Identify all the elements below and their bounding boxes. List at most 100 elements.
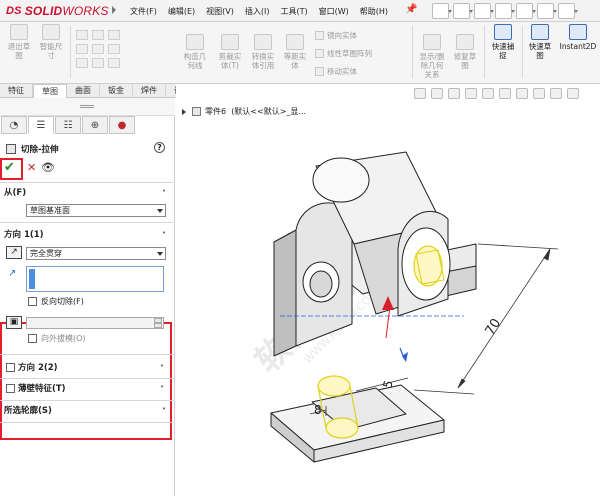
ok-check-icon[interactable]: ✔: [4, 160, 15, 175]
arc-icon[interactable]: [108, 58, 120, 68]
draft-angle-field[interactable]: [26, 317, 164, 329]
menu-tools[interactable]: 工具(T): [280, 6, 307, 17]
rapid-sketch-button[interactable]: 快速草 图: [524, 24, 556, 60]
menu-window[interactable]: 窗口(W): [319, 6, 349, 17]
curve-icon[interactable]: [108, 30, 120, 40]
instant2d-button[interactable]: Instant2D: [558, 24, 598, 51]
feature-manager-tab-icon[interactable]: ◔: [1, 116, 27, 134]
bracket-right: [397, 210, 451, 317]
logo-expand-icon[interactable]: [112, 6, 116, 14]
panel-tabs: ◔ ☰ ☷ ⊕ ●: [0, 116, 136, 134]
spline-icon[interactable]: [92, 30, 104, 40]
move-icon: [315, 67, 324, 76]
repair-sketch-button[interactable]: 修复草 图: [450, 34, 480, 70]
polygon-icon[interactable]: [92, 44, 104, 54]
cancel-x-icon[interactable]: ✕: [27, 161, 36, 174]
spin-down-icon[interactable]: [154, 323, 162, 328]
dimension-5-label[interactable]: 5: [380, 379, 396, 390]
tab-features[interactable]: 特征: [0, 84, 33, 98]
new-document-icon[interactable]: [432, 3, 452, 19]
repair-sketch-icon: [456, 34, 474, 50]
draft-outward-checkbox[interactable]: [28, 334, 37, 343]
property-manager-tab-icon[interactable]: ☰: [28, 116, 54, 134]
title-bar: DS SOLID WORKS 文件(F) 编辑(E) 视图(V) 插入(I) 工具…: [0, 0, 600, 22]
instant2d-icon: [569, 24, 587, 40]
rectangle-icon[interactable]: [76, 44, 88, 54]
circle-icon[interactable]: [76, 58, 88, 68]
ds-logo-icon: DS: [6, 5, 22, 17]
linear-pattern-button[interactable]: 线性草图阵列: [315, 48, 372, 59]
offset-entities-button[interactable]: 等距实 体: [281, 34, 309, 70]
display-delete-relations-button[interactable]: 显示/删 除几何 关系: [416, 34, 448, 79]
chevron-down-icon: ˅: [160, 385, 164, 394]
exit-sketch-button[interactable]: 退出草 图: [4, 24, 34, 60]
direction2-section-header[interactable]: 方向 2(2) ˅: [14, 361, 172, 375]
dropdown-arrow-icon: [157, 209, 163, 213]
dimxpert-tab-icon[interactable]: ⊕: [82, 116, 108, 134]
chevron-down-icon: ˅: [160, 364, 164, 373]
direction-selection-field[interactable]: [26, 266, 164, 292]
dimension-8-label[interactable]: 8: [314, 403, 322, 417]
help-icon[interactable]: ?: [154, 142, 165, 153]
exit-sketch-icon: [10, 24, 28, 40]
menu-insert[interactable]: 插入(I): [245, 6, 270, 17]
from-section-header[interactable]: 从(F) ˄: [0, 186, 174, 200]
from-select[interactable]: 草图基准面: [26, 204, 166, 217]
tab-weldments[interactable]: 焊件: [133, 84, 166, 98]
quick-snaps-button[interactable]: 快速捕 捉: [486, 24, 520, 60]
save-icon[interactable]: [474, 3, 494, 19]
preview-eye-icon[interactable]: 👁: [41, 161, 55, 174]
rapid-sketch-icon: [531, 24, 549, 40]
thin-feature-section-header[interactable]: 薄壁特征(T) ˅: [14, 382, 172, 396]
mirror-icon: [315, 31, 324, 40]
quick-snaps-icon: [494, 24, 512, 40]
menu-file[interactable]: 文件(F): [130, 6, 157, 17]
dimension-70-label[interactable]: 70: [483, 316, 504, 338]
smart-dimension-icon: [42, 24, 60, 40]
relations-icon: [423, 34, 441, 50]
selected-contours-section-header[interactable]: 所选轮廓(S) ˅: [0, 404, 174, 418]
menu-help[interactable]: 帮助(H): [360, 6, 388, 17]
tab-sketch[interactable]: 草图: [33, 84, 67, 98]
reverse-cut-checkbox[interactable]: [28, 297, 37, 306]
print-icon[interactable]: [495, 3, 515, 19]
appearance-tab-icon[interactable]: ●: [109, 116, 135, 134]
smart-dimension-button[interactable]: 智能尺 寸: [36, 24, 66, 60]
mirror-entities-button[interactable]: 镜向实体: [315, 30, 357, 41]
extruded-cut-icon: [6, 144, 16, 154]
menu-view[interactable]: 视图(V): [206, 6, 234, 17]
line-icon[interactable]: [76, 30, 88, 40]
dropdown-arrow-icon: [157, 252, 163, 256]
pin-icon[interactable]: 📌: [405, 4, 417, 15]
move-entities-button[interactable]: 移动实体: [315, 66, 357, 77]
tab-sheet-metal[interactable]: 钣金: [100, 84, 133, 98]
reverse-cut-label: 反向切除(F): [41, 297, 84, 306]
trim-entities-button[interactable]: 剪裁实 体(T): [215, 34, 245, 70]
reverse-direction-icon[interactable]: ↗: [6, 246, 22, 259]
draft-outward-label: 向外拔模(O): [41, 334, 86, 343]
convert-entities-button[interactable]: 转换实 体引用: [248, 34, 278, 70]
end-condition-select[interactable]: 完全贯穿: [26, 247, 166, 260]
command-manager-ribbon: 退出草 图 智能尺 寸 构造几 何线 剪裁实 体(T) 转换实 体引用 等距实 …: [0, 22, 600, 84]
convert-entities-icon: [254, 34, 272, 50]
point-icon[interactable]: [92, 58, 104, 68]
chevron-up-icon: ˄: [162, 231, 166, 240]
open-folder-icon[interactable]: [453, 3, 473, 19]
draft-icon[interactable]: ▣: [6, 316, 22, 329]
sketch-entity-tools: [76, 30, 120, 68]
tab-surfaces[interactable]: 曲面: [67, 84, 100, 98]
construction-geometry-button[interactable]: 构造几 何线: [180, 34, 210, 70]
model-drawing: 软件自学网 WWW.RJZXW.COM: [248, 151, 559, 463]
direction1-section-header[interactable]: 方向 1(1) ˄: [0, 228, 174, 242]
options-icon[interactable]: [558, 3, 578, 19]
graphics-area[interactable]: 零件6 (默认<<默认>_显... 软件自学网 WWW.RJZXW.COM: [176, 84, 600, 496]
select-icon[interactable]: [537, 3, 557, 19]
undo-icon[interactable]: [516, 3, 536, 19]
menu-edit[interactable]: 编辑(E): [168, 6, 195, 17]
panel-grip-icon[interactable]: [80, 105, 94, 108]
solidworks-logo[interactable]: DS SOLID WORKS: [6, 3, 109, 19]
direction-vector-icon: ↗: [8, 268, 17, 279]
configuration-manager-tab-icon[interactable]: ☷: [55, 116, 81, 134]
text-icon[interactable]: [108, 44, 120, 54]
chevron-up-icon: ˄: [162, 189, 166, 198]
